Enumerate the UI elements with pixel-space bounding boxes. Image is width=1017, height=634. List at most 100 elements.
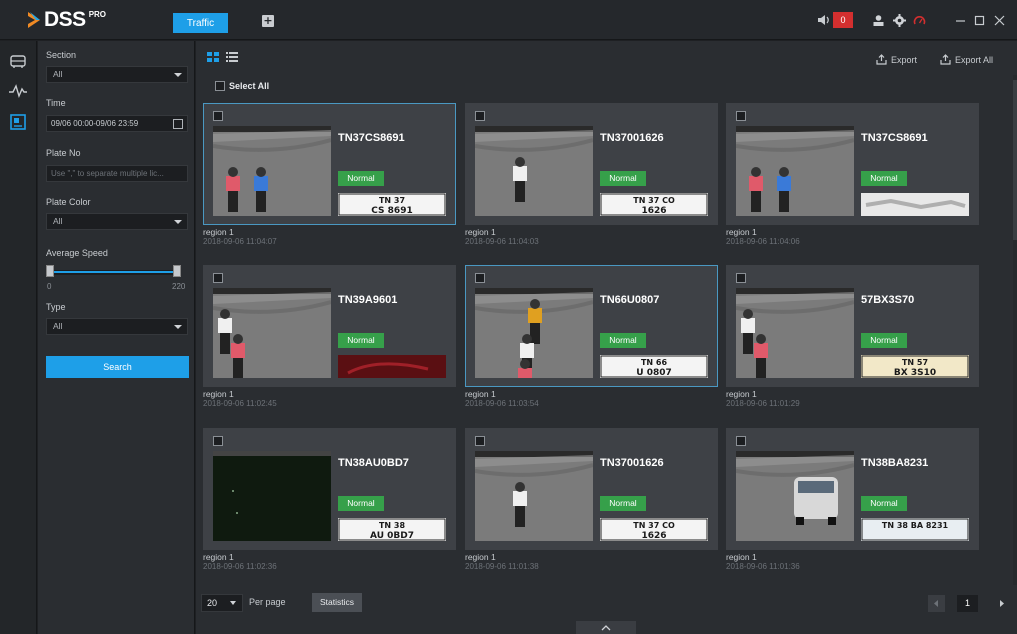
- plate-no-input[interactable]: Use "," to separate multiple lic...: [46, 165, 188, 182]
- close-icon[interactable]: [993, 14, 1006, 27]
- speed-slider-fill: [50, 271, 178, 273]
- maximize-icon[interactable]: [973, 14, 986, 27]
- plate-color-label: Plate Color: [46, 197, 91, 207]
- time-label: Time: [46, 98, 66, 108]
- plate-image[interactable]: [861, 193, 969, 216]
- plate-image[interactable]: TN 38 BA 8231: [861, 518, 969, 541]
- plate-color-select[interactable]: All: [46, 213, 188, 230]
- capture-photo[interactable]: [736, 288, 854, 378]
- plate-image[interactable]: [338, 355, 446, 378]
- status-badge: Normal: [338, 171, 384, 186]
- capture-photo[interactable]: [213, 451, 331, 541]
- record-card[interactable]: TN37001626 Normal TN 37 CO 1626: [465, 103, 718, 225]
- capture-photo[interactable]: [475, 126, 593, 216]
- record-checkbox[interactable]: [213, 436, 223, 446]
- record-card[interactable]: TN37CS8691 Normal TN 37 CS 8691: [203, 103, 456, 225]
- record-region: region 1: [203, 552, 234, 562]
- speed-slider-track[interactable]: [50, 270, 178, 275]
- svg-text:TN 37 CO: TN 37 CO: [633, 196, 675, 205]
- plate-no-label: Plate No: [46, 148, 81, 158]
- minimize-icon[interactable]: [954, 14, 967, 27]
- logo-sup: PRO: [88, 10, 107, 19]
- calendar-icon[interactable]: [173, 119, 183, 129]
- record-checkbox[interactable]: [475, 436, 485, 446]
- plate-number: 57BX3S70: [861, 294, 915, 306]
- plate-image[interactable]: TN 37 CS 8691: [338, 193, 446, 216]
- gauge-icon[interactable]: [913, 14, 926, 27]
- record-card[interactable]: TN38AU0BD7 Normal TN 38 AU 0BD7: [203, 428, 456, 550]
- section-select[interactable]: All: [46, 66, 188, 83]
- list-view-icon[interactable]: [226, 52, 238, 62]
- alarm-count-badge[interactable]: 0: [833, 12, 853, 28]
- record-time: 2018-09-06 11:01:29: [726, 399, 800, 408]
- record-time: 2018-09-06 11:02:45: [203, 399, 277, 408]
- record-region: region 1: [726, 552, 757, 562]
- select-all[interactable]: Select All: [215, 81, 269, 91]
- search-button[interactable]: Search: [46, 356, 189, 378]
- capture-photo[interactable]: [736, 451, 854, 541]
- plate-color-value: All: [53, 216, 63, 226]
- pulse-nav-icon[interactable]: [8, 81, 28, 101]
- speed-slider-min-handle[interactable]: [46, 265, 54, 277]
- record-region: region 1: [465, 552, 496, 562]
- next-page-icon[interactable]: [993, 595, 1010, 612]
- record-card[interactable]: TN66U0807 Normal TN 66 U 0807: [465, 265, 718, 387]
- statistics-button[interactable]: Statistics: [312, 593, 362, 612]
- per-page-select[interactable]: 20: [201, 594, 243, 612]
- car-nav-icon[interactable]: [8, 51, 28, 71]
- capture-photo[interactable]: [475, 288, 593, 378]
- time-range-input[interactable]: 09/06 00:00-09/06 23:59: [46, 115, 188, 132]
- grid-view-icon[interactable]: [207, 52, 219, 62]
- record-card[interactable]: 57BX3S70 Normal TN 57 BX 3S10: [726, 265, 979, 387]
- export-all-button[interactable]: Export All: [940, 54, 993, 65]
- record-checkbox[interactable]: [736, 111, 746, 121]
- plate-image[interactable]: TN 57 BX 3S10: [861, 355, 969, 378]
- title-bar: DSS PRO Traffic + 0: [0, 0, 1017, 40]
- plate-image[interactable]: TN 38 AU 0BD7: [338, 518, 446, 541]
- record-time: 2018-09-06 11:04:03: [465, 237, 539, 246]
- record-checkbox[interactable]: [213, 273, 223, 283]
- svg-text:TN 37: TN 37: [379, 196, 405, 205]
- scrollbar[interactable]: [1013, 75, 1017, 585]
- capture-photo[interactable]: [475, 451, 593, 541]
- capture-photo[interactable]: [213, 126, 331, 216]
- record-checkbox[interactable]: [475, 273, 485, 283]
- record-card[interactable]: TN37001626 Normal TN 37 CO 1626: [465, 428, 718, 550]
- record-checkbox[interactable]: [213, 111, 223, 121]
- plate-image[interactable]: TN 37 CO 1626: [600, 193, 708, 216]
- plate-image[interactable]: TN 37 CO 1626: [600, 518, 708, 541]
- record-checkbox[interactable]: [475, 111, 485, 121]
- user-icon[interactable]: [872, 14, 885, 27]
- add-tab-button[interactable]: +: [262, 15, 274, 27]
- current-page[interactable]: 1: [957, 595, 978, 612]
- prev-page-icon[interactable]: [928, 595, 945, 612]
- record-card[interactable]: TN38BA8231 Normal TN 38 BA 8231: [726, 428, 979, 550]
- record-card[interactable]: TN37CS8691 Normal: [726, 103, 979, 225]
- type-select[interactable]: All: [46, 318, 188, 335]
- record-checkbox[interactable]: [736, 273, 746, 283]
- chevron-up-icon[interactable]: [576, 621, 636, 634]
- status-badge: Normal: [861, 496, 907, 511]
- chevron-down-icon: [174, 73, 182, 77]
- speed-slider-max-handle[interactable]: [173, 265, 181, 277]
- gallery-nav-icon[interactable]: [8, 112, 28, 132]
- capture-photo[interactable]: [213, 288, 331, 378]
- gear-icon[interactable]: [893, 14, 906, 27]
- plate-number: TN37CS8691: [861, 132, 928, 144]
- sound-icon[interactable]: [817, 14, 831, 26]
- export-button[interactable]: Export: [876, 54, 917, 65]
- plate-number: TN66U0807: [600, 294, 660, 306]
- record-card[interactable]: TN39A9601 Normal: [203, 265, 456, 387]
- chevron-down-icon: [230, 601, 236, 605]
- filter-panel: Section All Time 09/06 00:00-09/06 23:59…: [38, 41, 195, 634]
- record-checkbox[interactable]: [736, 436, 746, 446]
- record-region: region 1: [726, 227, 757, 237]
- plate-image[interactable]: TN 66 U 0807: [600, 355, 708, 378]
- capture-photo[interactable]: [736, 126, 854, 216]
- scrollbar-thumb[interactable]: [1013, 80, 1017, 240]
- tab-traffic[interactable]: Traffic: [173, 13, 228, 33]
- svg-text:AU 0BD7: AU 0BD7: [370, 531, 414, 541]
- select-all-checkbox[interactable]: [215, 81, 225, 91]
- svg-text:CS 8691: CS 8691: [371, 206, 412, 216]
- section-label: Section: [46, 50, 77, 60]
